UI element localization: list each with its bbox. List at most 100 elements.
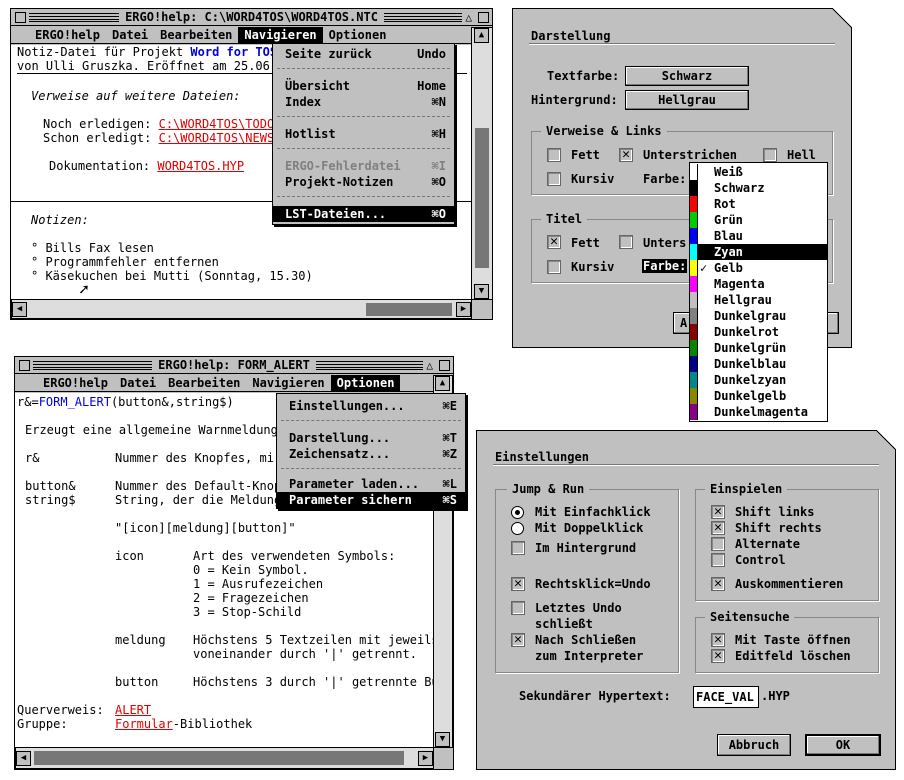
- scroll-up-icon[interactable]: ▲: [474, 28, 489, 43]
- link-alert[interactable]: ALERT: [115, 703, 151, 717]
- horizontal-scrollbar[interactable]: ◀ ▶: [15, 747, 434, 769]
- color-item-zyan[interactable]: Zyan: [690, 244, 827, 260]
- title-bar[interactable]: ERGO!help: FORM_ALERT: [15, 357, 453, 374]
- fuller-box-icon[interactable]: [439, 360, 450, 371]
- color-item-dunkelgrau[interactable]: Dunkelgrau: [690, 308, 827, 324]
- farbe-label[interactable]: Farbe:: [642, 259, 688, 273]
- menu-optionen[interactable]: Optionen: [330, 375, 401, 391]
- menu-bearbeiten[interactable]: Bearbeiten: [162, 375, 246, 391]
- auskommentieren-checkbox[interactable]: ✕: [711, 577, 725, 591]
- menu-navigieren[interactable]: Navigieren: [246, 375, 330, 391]
- abbruch-button[interactable]: Abbruch: [717, 734, 791, 756]
- menu-item-parameter-laden[interactable]: Parameter laden... ⌘L: [277, 476, 465, 492]
- color-item-magenta[interactable]: Magenta: [690, 276, 827, 292]
- menu-item-hotlist[interactable]: Hotlist ⌘H: [273, 126, 454, 142]
- iconify-icon[interactable]: △: [465, 11, 472, 24]
- color-item-dunkelgruen[interactable]: Dunkelgrün: [690, 340, 827, 356]
- titel-fett-checkbox[interactable]: ✕: [547, 235, 561, 249]
- hintergrund-checkbox[interactable]: [511, 541, 525, 555]
- scroll-down-icon[interactable]: ▼: [435, 732, 450, 747]
- shift-links-checkbox[interactable]: ✕: [711, 505, 725, 519]
- menu-item-seite-zurueck[interactable]: Seite zurück Undo: [273, 46, 454, 62]
- link-todo[interactable]: C:\WORD4TOS\TODO: [159, 117, 275, 131]
- nach-schliessen-checkbox[interactable]: ✕: [511, 633, 525, 647]
- menu-item-darstellung[interactable]: Darstellung... ⌘T: [277, 430, 465, 446]
- scroll-right-icon[interactable]: ▶: [418, 751, 433, 766]
- scroll-up-icon[interactable]: ▲: [435, 376, 450, 391]
- scroll-left-icon[interactable]: ◀: [16, 751, 31, 766]
- kursiv-checkbox[interactable]: [547, 172, 561, 186]
- rechtsklick-label: Rechtsklick=Undo: [535, 577, 651, 591]
- color-item-dunkelzyan[interactable]: Dunkelzyan: [690, 372, 827, 388]
- menu-ergohelp[interactable]: ERGO!help: [29, 27, 106, 43]
- dog-ear-icon[interactable]: [832, 8, 852, 28]
- shift-rechts-label: Shift rechts: [735, 521, 822, 535]
- color-item-gelb[interactable]: ✓ Gelb: [690, 260, 827, 276]
- close-box-icon[interactable]: [19, 360, 30, 371]
- link-formular[interactable]: Formular: [115, 717, 173, 731]
- color-item-dunkelgelb[interactable]: Dunkelgelb: [690, 388, 827, 404]
- letztes-undo-label: Letztes Undo: [535, 601, 622, 615]
- rechtsklick-checkbox[interactable]: ✕: [511, 577, 525, 591]
- color-item-rot[interactable]: Rot: [690, 196, 827, 212]
- menu-item-parameter-sichern[interactable]: Parameter sichern ⌘S: [277, 492, 465, 508]
- menu-bearbeiten[interactable]: Bearbeiten: [154, 27, 238, 43]
- scroll-thumb[interactable]: [34, 751, 404, 765]
- color-item-schwarz[interactable]: Schwarz: [690, 180, 827, 196]
- menu-item-lst-dateien[interactable]: LST-Dateien... ⌘O: [273, 206, 454, 222]
- mouse-pointer-icon: ➚: [79, 280, 89, 299]
- alternate-checkbox[interactable]: [711, 537, 725, 551]
- shift-rechts-checkbox[interactable]: ✕: [711, 521, 725, 535]
- link-hyp[interactable]: WORD4TOS.HYP: [157, 159, 244, 173]
- color-item-blau[interactable]: Blau: [690, 228, 827, 244]
- textfarbe-popup[interactable]: Schwarz: [625, 66, 749, 86]
- color-item-gruen[interactable]: Grün: [690, 212, 827, 228]
- menu-item-zeichensatz[interactable]: Zeichensatz... ⌘Z: [277, 446, 465, 462]
- scroll-left-icon[interactable]: ◀: [12, 302, 27, 317]
- menu-datei[interactable]: Datei: [106, 27, 154, 43]
- menu-ergohelp[interactable]: ERGO!help: [37, 375, 114, 391]
- fuller-box-icon[interactable]: [478, 12, 489, 23]
- ok-button[interactable]: OK: [805, 734, 881, 756]
- menu-item-projekt-notizen[interactable]: Projekt-Notizen ⌘O: [273, 174, 454, 190]
- menu-item-index[interactable]: Index ⌘N: [273, 94, 454, 110]
- title-bar[interactable]: ERGO!help: C:\WORD4TOS\WORD4TOS.NTC: [11, 9, 492, 26]
- hell-checkbox[interactable]: [763, 148, 777, 162]
- control-checkbox[interactable]: [711, 553, 725, 567]
- unterstrichen-checkbox[interactable]: ✕: [619, 148, 633, 162]
- color-item-dunkelblau[interactable]: Dunkelblau: [690, 356, 827, 372]
- fett-checkbox[interactable]: [547, 148, 561, 162]
- horizontal-scrollbar[interactable]: ◀ ▶: [11, 299, 472, 319]
- letztes-undo-checkbox[interactable]: [511, 601, 525, 615]
- color-item-dunkelrot[interactable]: Dunkelrot: [690, 324, 827, 340]
- scroll-thumb[interactable]: [366, 303, 452, 316]
- list-item: ° Bills Fax lesen: [31, 241, 154, 255]
- editfeld-checkbox[interactable]: ✕: [711, 649, 725, 663]
- scroll-down-icon[interactable]: ▼: [474, 284, 489, 299]
- doppelklick-radio[interactable]: [511, 522, 524, 535]
- close-box-icon[interactable]: [15, 12, 26, 23]
- titel-unterstrichen-checkbox[interactable]: [619, 235, 633, 249]
- color-swatch: [690, 276, 698, 292]
- menu-optionen[interactable]: Optionen: [323, 27, 393, 43]
- color-item-dunkelmagenta[interactable]: Dunkelmagenta: [690, 404, 827, 420]
- menu-item-uebersicht[interactable]: Übersicht Home: [273, 78, 454, 94]
- color-item-hellgrau[interactable]: Hellgrau: [690, 292, 827, 308]
- hintergrund-popup[interactable]: Hellgrau: [625, 90, 749, 110]
- hell-label: Hell: [787, 148, 816, 162]
- link-news[interactable]: C:\WORD4TOS\NEWS: [159, 131, 275, 145]
- einfachklick-radio[interactable]: [511, 506, 524, 519]
- menu-navigieren[interactable]: Navigieren: [238, 27, 323, 43]
- sekundaer-input[interactable]: FACE_VAL: [693, 686, 759, 708]
- titel-kursiv-checkbox[interactable]: [547, 260, 561, 274]
- scroll-right-icon[interactable]: ▶: [456, 302, 471, 317]
- color-item-weiss[interactable]: Weiß: [690, 164, 827, 180]
- scroll-thumb[interactable]: [475, 128, 489, 268]
- dog-ear-icon[interactable]: [876, 430, 896, 450]
- mit-taste-checkbox[interactable]: ✕: [711, 633, 725, 647]
- menu-item-einstellungen[interactable]: Einstellungen... ⌘E: [277, 398, 465, 414]
- iconify-icon[interactable]: △: [426, 359, 433, 372]
- vertical-scrollbar[interactable]: ▲ ▼: [471, 27, 493, 300]
- menu-datei[interactable]: Datei: [114, 375, 162, 391]
- editfeld-label: Editfeld löschen: [735, 649, 851, 663]
